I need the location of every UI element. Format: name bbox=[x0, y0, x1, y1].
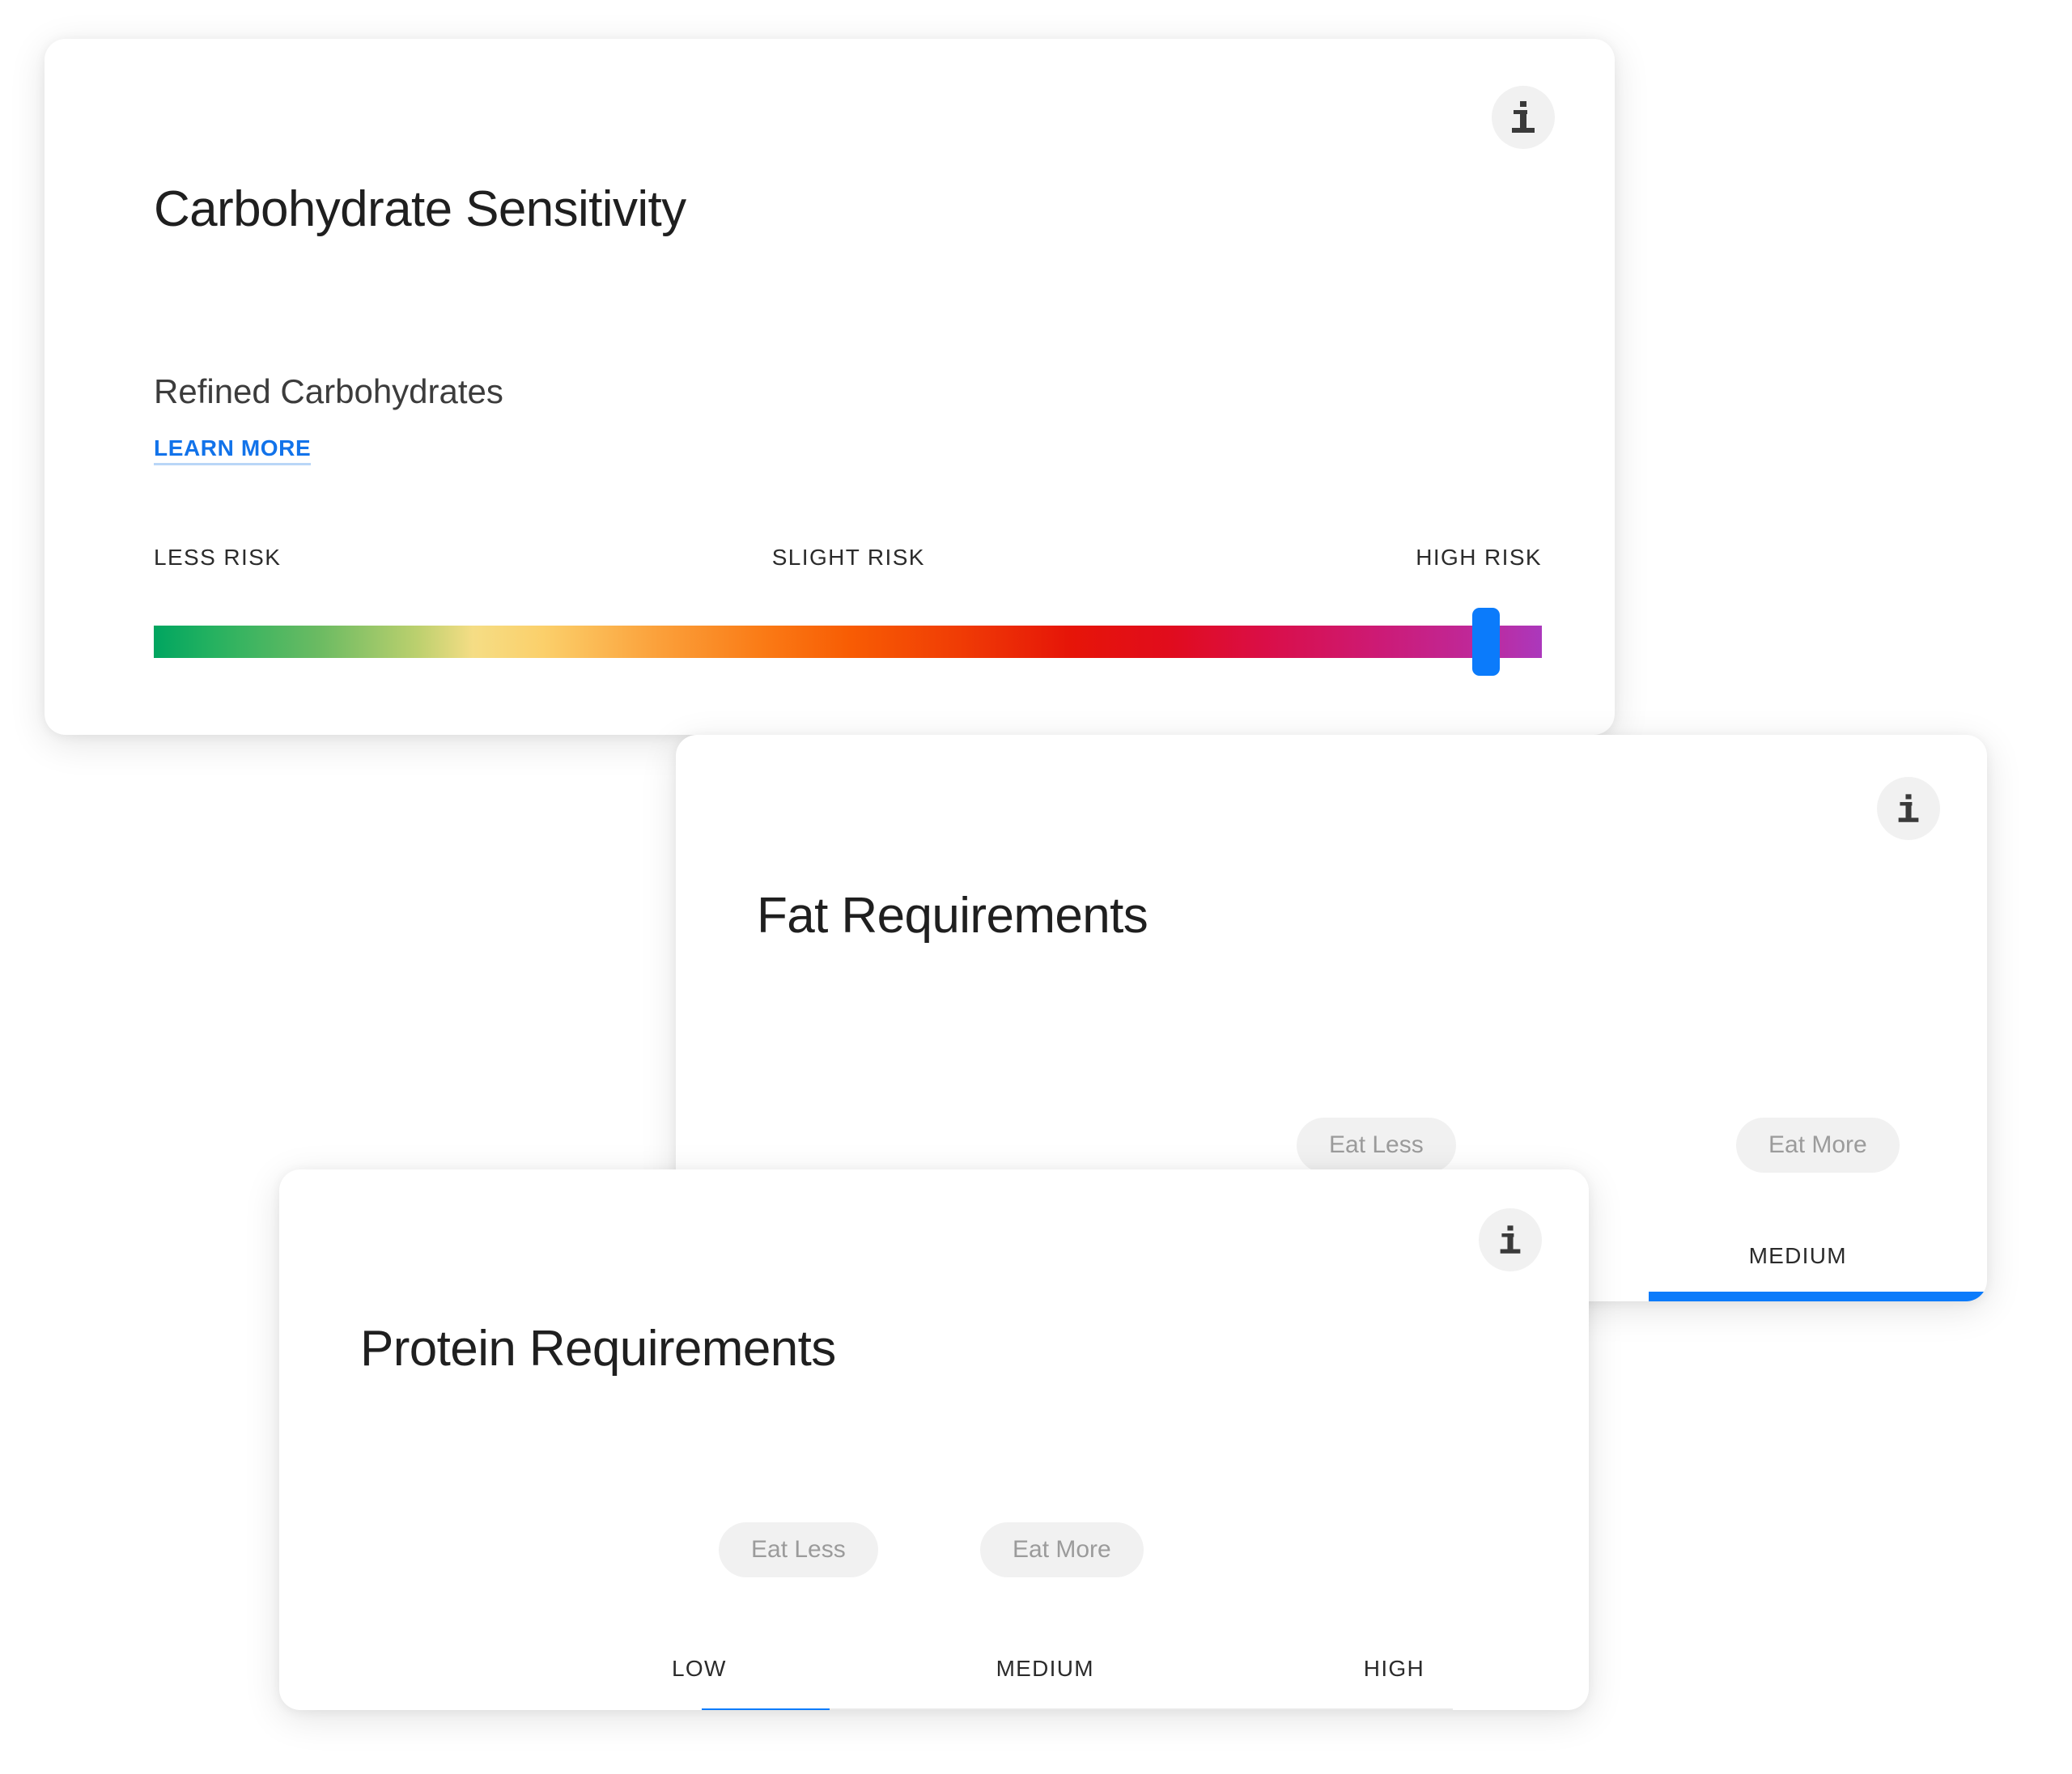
progress-fill-protein bbox=[702, 1708, 830, 1710]
learn-more-link-carbohydrate[interactable]: LEARN MORE bbox=[154, 435, 312, 465]
level-labels-protein: LOW MEDIUM HIGH bbox=[672, 1656, 1424, 1682]
card-carbohydrate-sensitivity: Carbohydrate Sensitivity Refined Carbohy… bbox=[45, 39, 1615, 735]
protein-card-content: Eat Less Eat More LOW MEDIUM HIGH Daily … bbox=[506, 1320, 1589, 1710]
progress-fill-fat bbox=[1649, 1292, 1987, 1301]
progress-track-fat[interactable] bbox=[1649, 1292, 1987, 1301]
level-label-low-protein: LOW bbox=[672, 1656, 727, 1681]
info-icon bbox=[1509, 100, 1537, 135]
card-protein-requirements: Protein Requirements Eat Less Eat More L… bbox=[279, 1169, 1589, 1710]
level-label-medium-fat: MEDIUM bbox=[1748, 1243, 1847, 1268]
risk-label-less: LESS RISK bbox=[154, 545, 282, 570]
progress-track-protein[interactable] bbox=[702, 1708, 1453, 1710]
eat-less-pill-fat[interactable]: Eat Less bbox=[1297, 1118, 1456, 1173]
risk-gradient-bar bbox=[154, 626, 1542, 658]
page-title-carbohydrate: Carbohydrate Sensitivity bbox=[154, 181, 686, 237]
risk-scale-labels: LESS RISK SLIGHT RISK HIGH RISK bbox=[154, 545, 1542, 571]
info-icon bbox=[1896, 792, 1921, 825]
eat-more-pill-protein[interactable]: Eat More bbox=[980, 1522, 1144, 1577]
page-title-fat: Fat Requirements bbox=[757, 888, 1149, 944]
eat-less-pill-protein[interactable]: Eat Less bbox=[719, 1522, 878, 1577]
risk-marker-handle[interactable] bbox=[1472, 608, 1501, 676]
info-button-protein[interactable] bbox=[1479, 1208, 1542, 1271]
cards-stage: Carbohydrate Sensitivity Refined Carbohy… bbox=[0, 0, 2072, 1774]
level-label-medium-protein: MEDIUM bbox=[996, 1656, 1094, 1681]
subhead-refined-carbohydrates: Refined Carbohydrates bbox=[154, 372, 503, 410]
risk-label-slight: SLIGHT RISK bbox=[771, 545, 925, 570]
risk-label-high: HIGH RISK bbox=[1416, 545, 1542, 570]
info-icon bbox=[1498, 1224, 1522, 1256]
info-button-carbohydrate[interactable] bbox=[1492, 86, 1555, 149]
info-button-fat[interactable] bbox=[1877, 777, 1940, 840]
level-label-high-protein: HIGH bbox=[1363, 1656, 1424, 1681]
eat-more-pill-fat[interactable]: Eat More bbox=[1736, 1118, 1900, 1173]
risk-scale-track[interactable] bbox=[154, 608, 1542, 676]
